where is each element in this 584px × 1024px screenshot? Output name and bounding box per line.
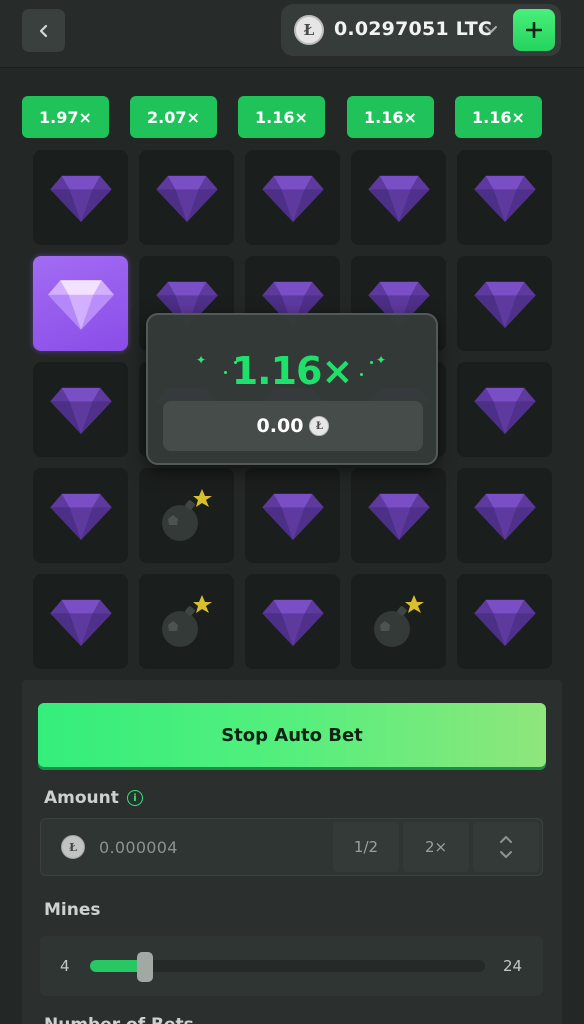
- chevron-left-icon: [39, 24, 47, 37]
- double-amount-button[interactable]: 2×: [403, 822, 469, 872]
- slider-max-label: 24: [503, 957, 523, 975]
- gem-tile[interactable]: [245, 468, 340, 563]
- litecoin-icon: Ł: [294, 15, 324, 45]
- bet-controls-panel: Stop Auto Bet Amount i Ł 0.000004 1/2 2×…: [22, 680, 562, 1024]
- gem-icon: [261, 174, 324, 222]
- slider-thumb[interactable]: [137, 952, 154, 982]
- mine-icon: [156, 591, 218, 653]
- gem-icon: [49, 174, 112, 222]
- result-multiplier: 1.16×: [231, 349, 354, 393]
- mine-icon: [156, 485, 218, 547]
- mine-tile[interactable]: [139, 574, 234, 669]
- gem-tile[interactable]: [33, 468, 128, 563]
- chevron-up-icon[interactable]: [499, 834, 513, 844]
- gem-icon: [155, 174, 218, 222]
- amount-input[interactable]: Ł 0.000004 1/2 2×: [40, 818, 543, 876]
- gem-tile[interactable]: [351, 468, 446, 563]
- multiplier-pill: 1.16×: [455, 96, 542, 138]
- gem-icon: [261, 598, 324, 646]
- gem-tile[interactable]: [457, 256, 552, 351]
- multiplier-pill: 2.07×: [130, 96, 217, 138]
- number-of-bets-label: Number of Bets: [44, 1015, 194, 1024]
- slider-min-label: 4: [60, 957, 70, 975]
- half-amount-button[interactable]: 1/2: [333, 822, 399, 872]
- amount-stepper[interactable]: [473, 822, 539, 872]
- gem-tile[interactable]: [139, 150, 234, 245]
- gem-tile[interactable]: [33, 574, 128, 669]
- mine-icon: [368, 591, 430, 653]
- gem-icon: [473, 598, 536, 646]
- revealed-gem-tile[interactable]: [33, 256, 128, 351]
- gem-icon: [473, 492, 536, 540]
- multiplier-pill: 1.16×: [347, 96, 434, 138]
- wallet-selector[interactable]: Ł 0.0297051 LTC: [281, 4, 561, 56]
- gem-tile[interactable]: [33, 150, 128, 245]
- stop-auto-bet-button[interactable]: Stop Auto Bet: [38, 703, 546, 767]
- gem-tile[interactable]: [351, 150, 446, 245]
- slider-track[interactable]: [90, 952, 485, 982]
- gem-icon: [473, 280, 536, 328]
- deposit-button[interactable]: [513, 9, 555, 51]
- gem-tile[interactable]: [245, 150, 340, 245]
- wallet-balance: 0.0297051 LTC: [334, 18, 493, 40]
- multiplier-row: 1.97× 2.07× 1.16× 1.16× 1.16×: [22, 96, 542, 138]
- gem-tile[interactable]: [457, 574, 552, 669]
- gem-tile[interactable]: [33, 362, 128, 457]
- mines-label: Mines: [44, 900, 101, 920]
- multiplier-pill: 1.97×: [22, 96, 109, 138]
- back-button[interactable]: [22, 9, 65, 52]
- multiplier-pill: 1.16×: [238, 96, 325, 138]
- result-payout: 0.00 Ł: [163, 401, 423, 451]
- gem-tile[interactable]: [457, 362, 552, 457]
- gem-icon: [473, 174, 536, 222]
- gem-tile[interactable]: [457, 468, 552, 563]
- litecoin-icon: Ł: [61, 835, 85, 859]
- gem-icon: [367, 174, 430, 222]
- chevron-down-icon[interactable]: [484, 22, 498, 36]
- gem-icon: [473, 386, 536, 434]
- gem-icon: [49, 492, 112, 540]
- gem-icon: [367, 492, 430, 540]
- mine-tile[interactable]: [351, 574, 446, 669]
- info-icon[interactable]: i: [127, 790, 143, 806]
- litecoin-icon: Ł: [309, 416, 330, 436]
- win-result-card: ✦ ✦ 1.16× 0.00 Ł: [146, 313, 438, 465]
- payout-amount: 0.00: [256, 415, 304, 437]
- chevron-down-icon[interactable]: [499, 850, 513, 860]
- plus-icon: [526, 22, 542, 38]
- gem-icon: [261, 492, 324, 540]
- gem-icon: [47, 278, 114, 330]
- gem-tile[interactable]: [457, 150, 552, 245]
- top-bar: Ł 0.0297051 LTC: [0, 0, 584, 68]
- gem-icon: [49, 598, 112, 646]
- mines-slider[interactable]: 4 24: [40, 936, 543, 996]
- gem-icon: [49, 386, 112, 434]
- amount-label: Amount: [44, 788, 119, 808]
- gem-tile[interactable]: [245, 574, 340, 669]
- mine-tile[interactable]: [139, 468, 234, 563]
- amount-value[interactable]: 0.000004: [99, 838, 178, 857]
